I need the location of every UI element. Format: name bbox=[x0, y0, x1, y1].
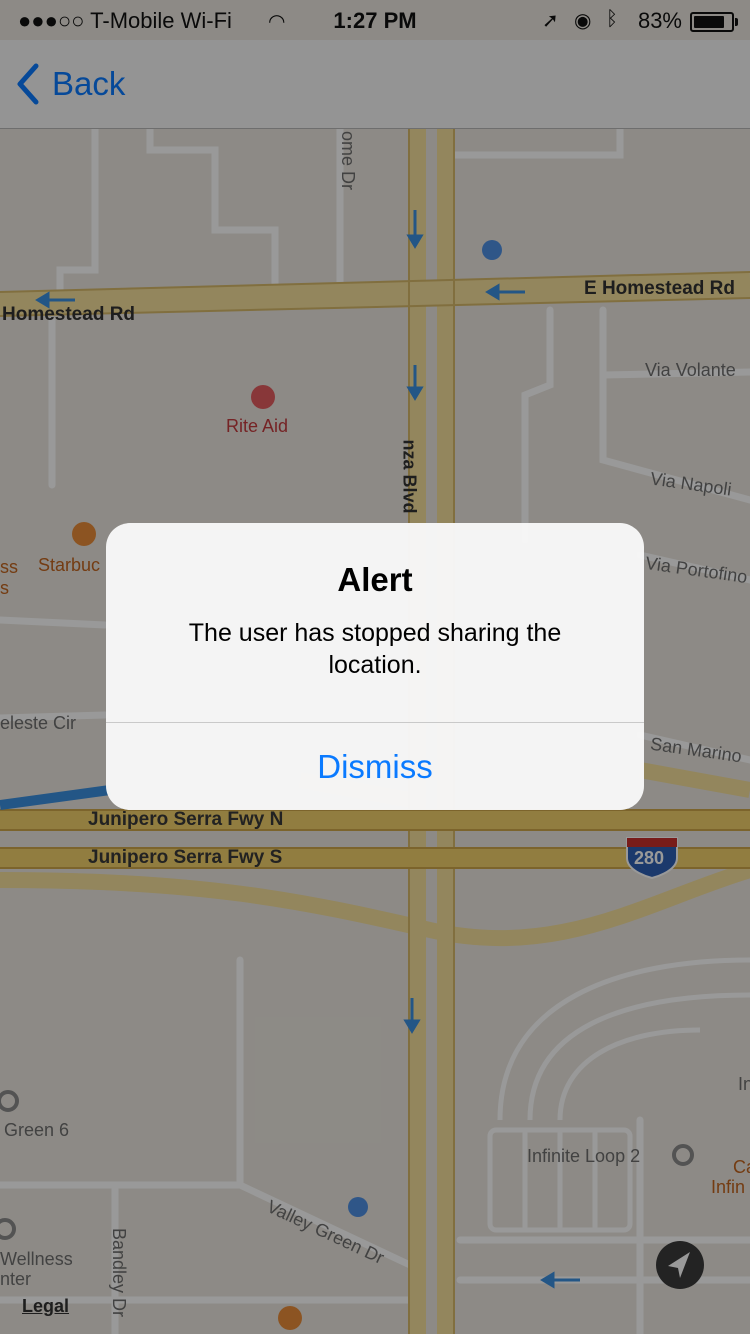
alert-title: Alert bbox=[337, 561, 413, 598]
alert-message: The user has stopped sharing the locatio… bbox=[188, 619, 562, 679]
alert-dialog: Alert The user has stopped sharing the l… bbox=[106, 523, 644, 810]
dismiss-button[interactable]: Dismiss bbox=[106, 723, 644, 810]
